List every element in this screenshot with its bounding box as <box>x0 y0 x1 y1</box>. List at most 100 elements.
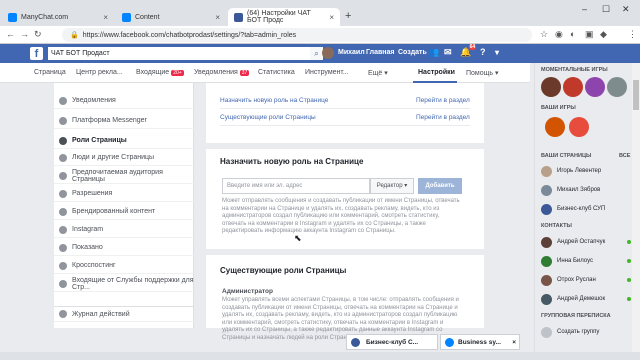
summary-link[interactable]: Существующие роли Страницы <box>220 114 316 121</box>
chat-tab[interactable]: Business sy... × <box>440 334 520 350</box>
tab-notifications[interactable]: Уведомления 37 <box>194 69 250 76</box>
game-thumbnail[interactable] <box>607 77 627 97</box>
page-list-item[interactable]: Михаил Зябров <box>541 183 631 197</box>
admin-role-label: Администратор <box>222 288 273 295</box>
home-link[interactable]: Главная <box>366 49 394 56</box>
page-list-item[interactable]: Игорь Левентер <box>541 164 631 178</box>
reload-icon[interactable]: ↻ <box>34 29 42 40</box>
summary-row: Существующие роли Страницы Перейти в раз… <box>220 110 470 126</box>
contact-item[interactable]: Инна Билоус <box>541 254 631 268</box>
new-tab-button[interactable]: + <box>345 10 351 22</box>
sidebar-item-page-roles[interactable]: Роли Страницы <box>54 133 194 149</box>
tab-insights[interactable]: Статистика <box>258 69 295 76</box>
sidebar-item-label: Платформа Messenger <box>72 117 147 124</box>
notifications-icon[interactable]: 🔔 64 <box>460 44 477 58</box>
sidebar-item-audience[interactable]: Предпочитаемая аудитория Страницы <box>54 168 194 184</box>
tab-settings[interactable]: Настройки <box>418 69 455 76</box>
list-icon <box>59 310 67 318</box>
go-to-section-link[interactable]: Перейти в раздел <box>416 97 470 104</box>
sidebar-item-messenger[interactable]: Платформа Messenger <box>54 113 194 129</box>
summary-link[interactable]: Назначить новую роль на Странице <box>220 97 328 104</box>
go-to-section-link[interactable]: Перейти в раздел <box>416 114 470 121</box>
minimize-icon[interactable]: – <box>582 4 587 14</box>
facebook-logo[interactable]: f <box>30 47 43 60</box>
chat-title: Business sy... <box>458 338 501 346</box>
sidebar-item-people[interactable]: Люди и другие Страницы <box>54 150 194 166</box>
close-icon[interactable]: × <box>215 13 220 22</box>
browser-tab-content[interactable]: Content × <box>116 8 226 26</box>
add-button[interactable]: Добавить <box>418 178 462 194</box>
sidebar-item-instagram[interactable]: Instagram <box>54 222 194 238</box>
browser-tab-settings[interactable]: (64) Настройки ЧАТ БОТ Продс × <box>228 8 340 26</box>
menu-icon[interactable]: ⋮ <box>628 29 637 40</box>
extension-icon[interactable]: ◉ <box>555 29 563 40</box>
inbox-icon <box>59 279 67 288</box>
game-thumbnail[interactable] <box>569 117 589 137</box>
forward-icon[interactable]: → <box>20 29 29 39</box>
game-thumbnail[interactable] <box>585 77 605 97</box>
people-icon <box>59 171 67 180</box>
tab-ad-center[interactable]: Центр рекла... <box>76 69 123 76</box>
profile-link[interactable]: Михаил <box>338 49 365 56</box>
cursor-icon: ⬉ <box>294 233 302 243</box>
help-icon[interactable]: ? <box>480 47 486 57</box>
tab-label: Настройки <box>418 69 455 76</box>
chat-tab[interactable]: Бизнес-клуб С... <box>346 334 438 350</box>
sidebar-item-crossposting[interactable]: Кросспостинг <box>54 258 194 274</box>
video-icon <box>59 261 67 270</box>
tab-label: Инструмент... <box>305 69 349 76</box>
star-icon[interactable]: ☆ <box>540 29 548 40</box>
game-thumbnail[interactable] <box>563 77 583 97</box>
game-thumbnail[interactable] <box>541 77 561 97</box>
contact-name: Инна Билоус <box>557 258 594 264</box>
contact-item[interactable]: Андрей Остапчук <box>541 235 631 249</box>
sidebar-item-featured[interactable]: Показано <box>54 240 194 256</box>
contacts-heading: КОНТАКТЫ <box>541 223 572 229</box>
tab-more[interactable]: Ещё ▾ <box>368 69 388 77</box>
create-link[interactable]: Создать <box>398 49 427 56</box>
sidebar-item-support-inbox[interactable]: Входящие от Службы поддержки для Стр... <box>54 276 194 292</box>
lock-icon: 🔒 <box>70 32 79 39</box>
name-or-email-input[interactable]: Введите имя или эл. адрес <box>222 178 370 194</box>
maximize-icon[interactable]: ☐ <box>602 4 610 15</box>
contact-name: Отрох Руслан <box>557 277 596 283</box>
tab-inbox[interactable]: Входящие 20+ <box>136 69 184 76</box>
address-bar-row: ← → ↻ 🔒 https://www.facebook.com/chatbot… <box>0 26 640 44</box>
search-input[interactable]: ЧАТ БОТ Продаст <box>48 47 310 60</box>
content-favicon-icon <box>122 12 131 22</box>
scrollbar-thumb[interactable] <box>633 80 639 110</box>
extension-icon[interactable]: ▣ <box>585 29 594 40</box>
extension-icon[interactable]: ◆ <box>600 29 607 40</box>
close-icon[interactable]: × <box>329 13 334 22</box>
contact-item[interactable]: Отрох Руслан <box>541 273 631 287</box>
sidebar-item-label: Люди и другие Страницы <box>72 154 155 161</box>
browser-tab-manychat[interactable]: ManyChat.com × <box>2 8 114 26</box>
tab-page[interactable]: Страница <box>34 69 66 76</box>
extension-icon[interactable]: ◐ <box>570 29 575 39</box>
sidebar-item-notifications[interactable]: Уведомления <box>54 93 194 109</box>
friends-icon[interactable]: 👥 <box>428 47 439 58</box>
window-close-icon[interactable]: ✕ <box>622 4 630 15</box>
url-field[interactable]: 🔒 https://www.facebook.com/chatbotprodas… <box>62 28 532 42</box>
page-list-item[interactable]: Бизнес-клуб СУП <box>541 202 631 216</box>
sidebar-item-activity-log[interactable]: Журнал действий <box>54 306 194 322</box>
create-group-item[interactable]: Создать группу <box>541 325 631 339</box>
summary-row: Назначить новую роль на Странице Перейти… <box>220 93 470 109</box>
back-icon[interactable]: ← <box>6 29 15 39</box>
manychat-favicon-icon <box>8 12 17 22</box>
contact-name: Андрей Демешок <box>557 296 606 302</box>
chevron-down-icon[interactable]: ▾ <box>495 48 499 57</box>
sidebar-item-branded-content[interactable]: Брендированный контент <box>54 204 194 220</box>
close-icon[interactable]: × <box>103 13 108 22</box>
game-thumbnail[interactable] <box>545 117 565 137</box>
close-icon[interactable]: × <box>512 339 516 346</box>
avatar[interactable] <box>322 47 334 59</box>
contact-item[interactable]: Андрей Демешок <box>541 292 631 306</box>
all-pages-link[interactable]: ВСЕ <box>619 153 630 159</box>
sidebar-item-permissions[interactable]: Разрешения <box>54 186 194 202</box>
group-icon <box>541 326 552 338</box>
messenger-icon[interactable]: ✉ <box>444 47 452 58</box>
role-select[interactable]: Редактор ▾ <box>370 178 414 194</box>
tab-help[interactable]: Помощь ▾ <box>466 69 499 77</box>
tab-tools[interactable]: Инструмент... <box>305 69 349 76</box>
